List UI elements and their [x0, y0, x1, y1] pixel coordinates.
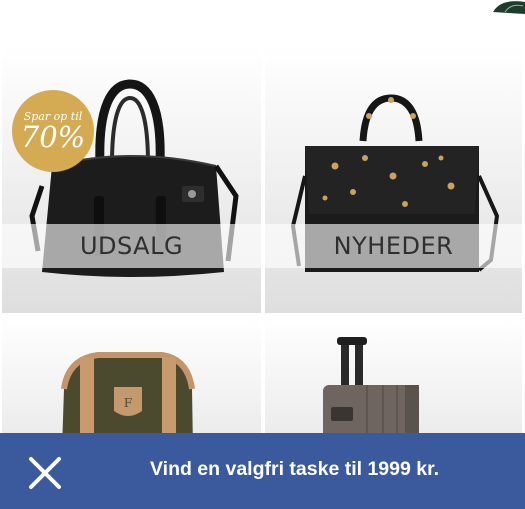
- category-label-sale: UDSALG: [79, 232, 184, 260]
- sale-badge-percent: 70%: [20, 119, 86, 154]
- category-tile-new[interactable]: NYHEDER: [265, 46, 522, 313]
- category-label-band: UDSALG: [2, 224, 261, 268]
- svg-text:F: F: [124, 396, 132, 410]
- close-button[interactable]: [26, 454, 64, 492]
- promo-message[interactable]: Vind en valgfri taske til 1999 kr.: [150, 458, 439, 481]
- black-studded-handbag-image: [290, 94, 500, 272]
- sale-badge: Spar op til 70%: [12, 90, 94, 172]
- black-leather-handbag-image: [29, 79, 239, 277]
- decorative-leaf-icon: [493, 1, 525, 14]
- category-label-band: NYHEDER: [265, 224, 522, 268]
- category-label-new: NYHEDER: [333, 232, 454, 260]
- close-icon: [29, 457, 61, 489]
- category-tile-sale[interactable]: Spar op til 70% UDSALG: [2, 46, 261, 313]
- promo-banner[interactable]: Vind en valgfri taske til 1999 kr.: [0, 433, 525, 509]
